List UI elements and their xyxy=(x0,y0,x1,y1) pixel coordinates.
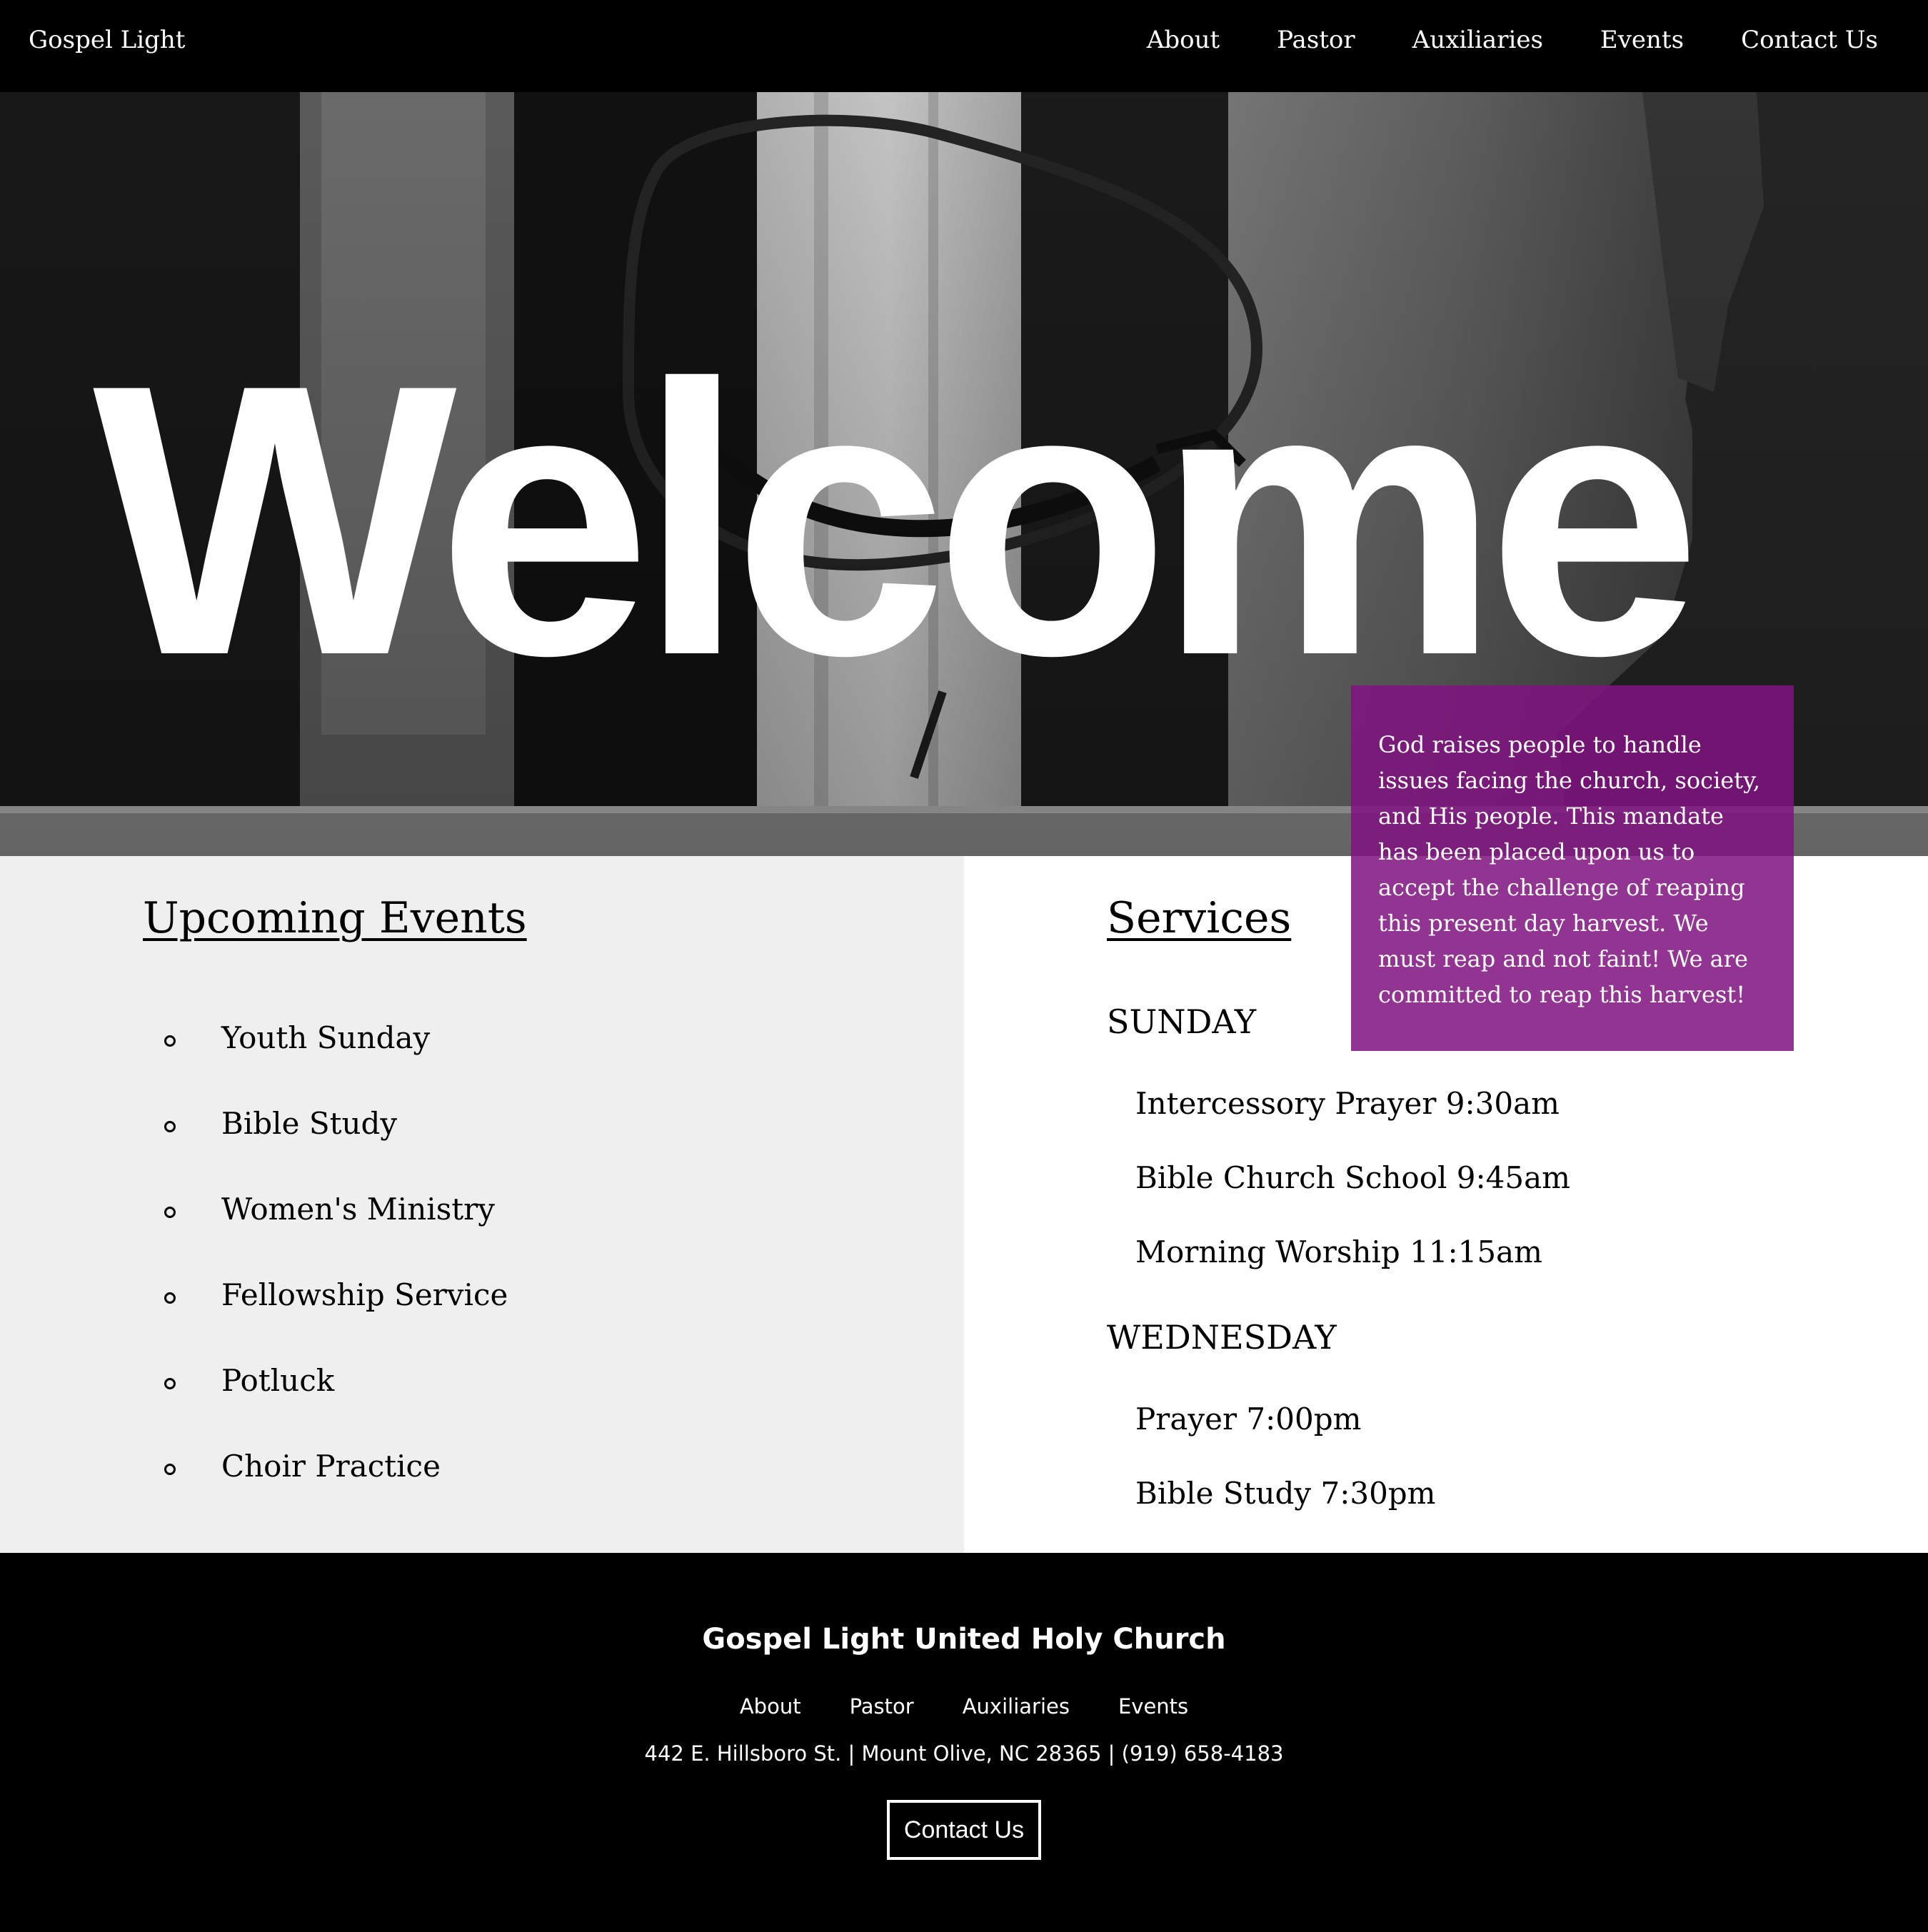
circle-bullet-icon xyxy=(164,1121,176,1132)
list-item: Potluck xyxy=(164,1363,508,1449)
services-title: Services xyxy=(1107,893,1292,943)
events-list: Youth Sunday Bible Study Women's Ministr… xyxy=(164,1020,508,1534)
service-day-wednesday: WEDNESDAY xyxy=(1107,1318,1337,1357)
nav-events[interactable]: Events xyxy=(1600,26,1684,54)
event-label: Choir Practice xyxy=(221,1449,441,1484)
service-item: Prayer 7:00pm xyxy=(1135,1402,1362,1437)
footer-link-pastor[interactable]: Pastor xyxy=(850,1694,914,1719)
footer-title: Gospel Light United Holy Church xyxy=(702,1623,1226,1656)
nav-auxiliaries[interactable]: Auxiliaries xyxy=(1412,26,1543,54)
event-label: Potluck xyxy=(221,1363,335,1398)
footer-link-about[interactable]: About xyxy=(740,1694,801,1719)
circle-bullet-icon xyxy=(164,1207,176,1218)
list-item: Fellowship Service xyxy=(164,1277,508,1363)
service-item: Bible Church School 9:45am xyxy=(1135,1160,1570,1195)
top-nav: Gospel Light About Pastor Auxiliaries Ev… xyxy=(0,0,1928,92)
nav-pastor[interactable]: Pastor xyxy=(1277,26,1355,54)
list-item: Choir Practice xyxy=(164,1449,508,1534)
service-day-sunday: SUNDAY xyxy=(1107,1002,1257,1041)
footer-link-events[interactable]: Events xyxy=(1118,1694,1188,1719)
nav-links: About Pastor Auxiliaries Events Contact … xyxy=(1147,26,1878,54)
upcoming-events-title: Upcoming Events xyxy=(143,893,527,943)
service-item: Intercessory Prayer 9:30am xyxy=(1135,1086,1560,1121)
upcoming-events-section: Upcoming Events Youth Sunday Bible Study… xyxy=(0,856,964,1553)
event-label: Bible Study xyxy=(221,1106,398,1141)
circle-bullet-icon xyxy=(164,1035,176,1047)
contact-us-button[interactable]: Contact Us xyxy=(887,1800,1041,1860)
footer-address: 442 E. Hillsboro St. | Mount Olive, NC 2… xyxy=(644,1741,1284,1766)
circle-bullet-icon xyxy=(164,1378,176,1389)
mission-statement-box: God raises people to handle issues facin… xyxy=(1351,685,1794,1051)
nav-about[interactable]: About xyxy=(1147,26,1220,54)
footer-links: About Pastor Auxiliaries Events xyxy=(0,1694,1928,1719)
event-label: Women's Ministry xyxy=(221,1192,495,1227)
service-item: Morning Worship 11:15am xyxy=(1135,1234,1542,1269)
welcome-heading: Welcome xyxy=(93,305,1702,735)
footer-link-auxiliaries[interactable]: Auxiliaries xyxy=(963,1694,1070,1719)
list-item: Youth Sunday xyxy=(164,1020,508,1106)
list-item: Bible Study xyxy=(164,1106,508,1192)
nav-contact-us[interactable]: Contact Us xyxy=(1741,26,1878,54)
list-item: Women's Ministry xyxy=(164,1192,508,1277)
circle-bullet-icon xyxy=(164,1464,176,1475)
circle-bullet-icon xyxy=(164,1292,176,1304)
footer: Gospel Light United Holy Church About Pa… xyxy=(0,1553,1928,1932)
event-label: Fellowship Service xyxy=(221,1277,508,1312)
service-item: Bible Study 7:30pm xyxy=(1135,1476,1436,1511)
brand-link[interactable]: Gospel Light xyxy=(29,26,185,54)
event-label: Youth Sunday xyxy=(221,1020,431,1055)
